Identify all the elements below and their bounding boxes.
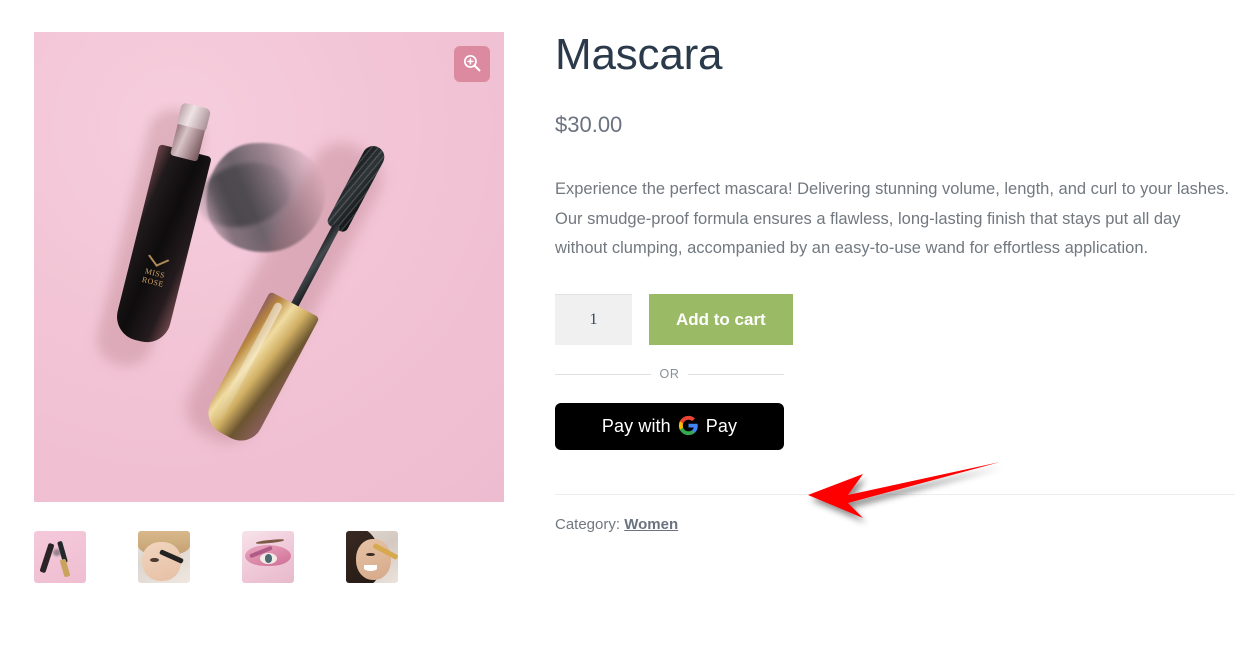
product-photo-background: MISS ROSE (34, 32, 504, 502)
product-description: Experience the perfect mascara! Deliveri… (555, 180, 1230, 257)
thumb1-tube (39, 542, 55, 574)
thumbnail-strip (34, 531, 504, 583)
category-link[interactable]: Women (624, 516, 678, 533)
product-category: Category: Women (555, 516, 1235, 533)
quantity-input[interactable] (555, 294, 632, 346)
add-to-cart-button[interactable]: Add to cart (649, 294, 793, 346)
google-g-icon (678, 415, 699, 439)
product-summary: Mascara $30.00 Experience the perfect ma… (555, 30, 1235, 533)
product-gallery: MISS ROSE (34, 32, 504, 583)
magnify-plus-icon (462, 53, 482, 76)
image-zoom-button[interactable] (454, 46, 490, 82)
main-product-image[interactable]: MISS ROSE (34, 32, 504, 502)
thumbnail-4[interactable] (346, 531, 398, 583)
thumb3-iris (264, 554, 273, 563)
tube-logo-icon (148, 249, 170, 267)
product-page: MISS ROSE Mascara $30.00 Experience the … (0, 0, 1255, 654)
thumb4-smile (363, 565, 378, 571)
product-price: $30.00 (555, 112, 623, 138)
or-label: OR (659, 367, 680, 382)
thumb2-face (142, 542, 181, 581)
thumbnail-2[interactable] (138, 531, 190, 583)
thumb3-brow (255, 538, 284, 545)
page-title: Mascara (555, 30, 723, 79)
gpay-suffix-label: Pay (705, 416, 738, 437)
mascara-tube: MISS ROSE (91, 99, 223, 372)
category-label: Category: (555, 516, 621, 534)
or-divider: OR (555, 367, 785, 382)
google-pay-button[interactable]: Pay with Pay (555, 403, 784, 451)
thumb1-smear (53, 549, 61, 556)
tube-brand-label: MISS ROSE (140, 266, 166, 290)
thumbnail-1[interactable] (34, 531, 86, 583)
meta-divider (555, 494, 1235, 496)
gpay-prefix-label: Pay with (601, 416, 671, 437)
thumbnail-3[interactable] (242, 531, 294, 583)
divider-line-left (555, 373, 651, 375)
add-to-cart-form: Add to cart (555, 294, 1235, 346)
thumb1-gold-cap (59, 558, 71, 578)
divider-line-right (688, 373, 785, 375)
